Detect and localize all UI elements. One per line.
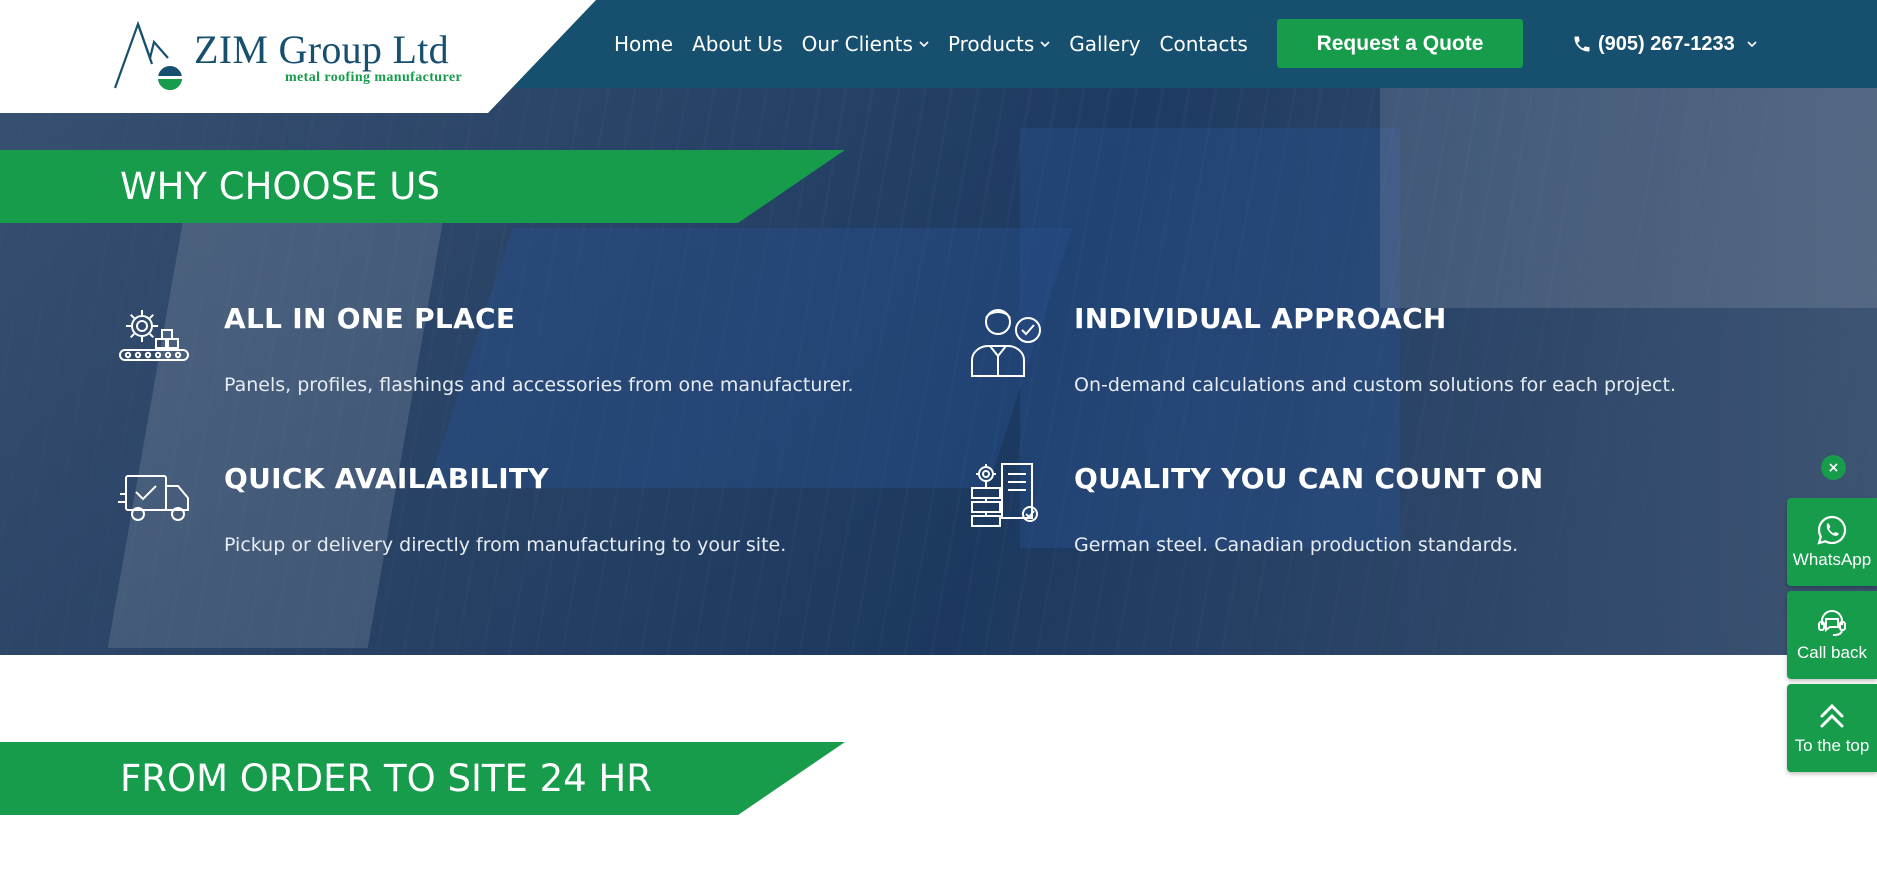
person-check-icon	[971, 309, 1041, 377]
nav-label: Contacts	[1159, 32, 1248, 56]
nav-item-contacts[interactable]: Contacts	[1160, 32, 1248, 56]
chevron-down-icon	[1040, 41, 1050, 48]
nav-label: Gallery	[1069, 32, 1141, 56]
feature-title: QUICK AVAILABILITY	[224, 462, 549, 495]
nav-label: Products	[947, 32, 1035, 56]
headset-icon	[1818, 610, 1846, 636]
feature-title: ALL IN ONE PLACE	[224, 302, 516, 335]
nav-label: Home	[614, 32, 674, 56]
hero-background-shape	[107, 168, 453, 648]
nav-item-gallery[interactable]: Gallery	[1069, 32, 1140, 56]
call-back-label: Call back	[1797, 643, 1867, 662]
chevron-down-icon	[919, 41, 929, 48]
nav-item-our-clients[interactable]: Our Clients	[802, 32, 929, 56]
conveyor-gear-icon	[119, 310, 189, 361]
call-back-button[interactable]: Call back	[1787, 591, 1877, 679]
chevron-down-icon	[1747, 41, 1757, 48]
main-nav: Home About Us Our Clients Products Galle…	[614, 0, 1267, 88]
feature-description: On-demand calculations and custom soluti…	[1074, 374, 1676, 396]
nav-item-about-us[interactable]: About Us	[692, 32, 783, 56]
whatsapp-icon	[1817, 515, 1847, 545]
feature-description: German steel. Canadian production standa…	[1074, 534, 1519, 556]
nav-label: About Us	[692, 32, 783, 56]
section-heading: WHY CHOOSE US	[120, 165, 440, 208]
feature-title: QUALITY YOU CAN COUNT ON	[1074, 462, 1544, 495]
to-top-label: To the top	[1794, 736, 1870, 755]
feature-description: Panels, profiles, flashings and accessor…	[224, 374, 854, 396]
why-choose-us-section: WHY CHOOSE US ALL IN ONE PLACE Panels, p…	[0, 88, 1877, 655]
whatsapp-label: WhatsApp	[1792, 550, 1872, 569]
section-heading: FROM ORDER TO SITE 24 HR	[120, 757, 652, 800]
nav-item-products[interactable]: Products	[948, 32, 1050, 56]
logo-mark-icon	[113, 20, 182, 90]
whatsapp-button[interactable]: WhatsApp	[1787, 498, 1877, 586]
why-choose-us-banner: WHY CHOOSE US	[0, 150, 845, 223]
back-to-top-button[interactable]: To the top	[1787, 684, 1877, 772]
quality-document-icon	[971, 463, 1038, 527]
double-chevron-up-icon	[1820, 703, 1844, 728]
brand-name: ZIM Group Ltd	[194, 27, 449, 72]
request-quote-button[interactable]: Request a Quote	[1277, 19, 1523, 68]
nav-item-home[interactable]: Home	[614, 32, 673, 56]
phone-icon	[1574, 36, 1590, 52]
delivery-truck-icon	[118, 475, 189, 521]
phone-dropdown[interactable]: (905) 267-1233	[1572, 0, 1757, 88]
nav-label: Our Clients	[801, 32, 913, 56]
close-widget-button[interactable]: ×	[1821, 455, 1846, 480]
feature-description: Pickup or delivery directly from manufac…	[224, 534, 787, 556]
feature-title: INDIVIDUAL APPROACH	[1074, 302, 1447, 335]
brand-tagline: metal roofing manufacturer	[285, 70, 463, 85]
hero-background-shape	[1380, 88, 1877, 308]
order-to-site-banner: FROM ORDER TO SITE 24 HR	[0, 742, 845, 815]
phone-number: (905) 267-1233	[1598, 32, 1735, 55]
